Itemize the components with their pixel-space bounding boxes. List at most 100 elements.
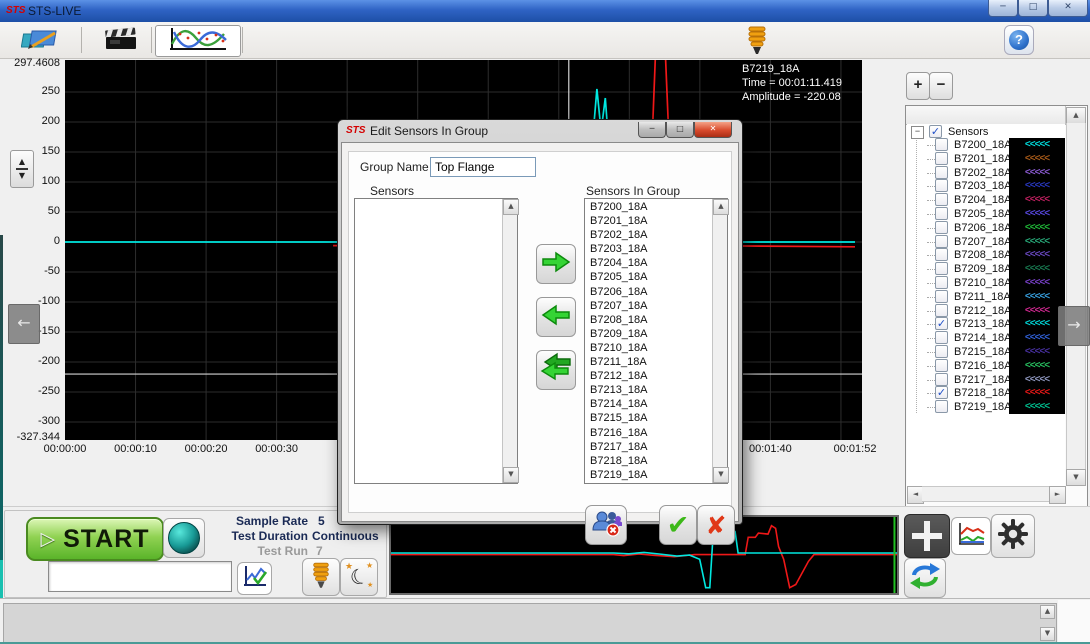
sensors-in-group-listbox[interactable]: B7200_18AB7201_18AB7202_18AB7203_18AB720… <box>584 198 728 484</box>
tree-row[interactable]: B7201_18A<<<<< <box>907 152 1065 166</box>
page-back-button[interactable]: ← <box>8 304 40 344</box>
y-scale-spinner[interactable]: ▲ ▼ <box>10 150 34 188</box>
tree-scroll-up-icon[interactable]: ▲ <box>1066 107 1086 124</box>
status-log-box[interactable]: ▲ ▼ <box>3 603 1057 643</box>
spinner-down-icon[interactable]: ▼ <box>19 172 25 180</box>
tree-scroll-down-icon[interactable]: ▼ <box>1066 469 1086 486</box>
night-mode-button[interactable]: ☾ ★ ★ ★ <box>340 558 378 596</box>
sensor-checkbox[interactable] <box>935 290 948 303</box>
sensor-checkbox[interactable] <box>935 345 948 358</box>
tree-row[interactable]: B7200_18A<<<<< <box>907 138 1065 152</box>
root-checkbox[interactable]: ✓ <box>929 125 942 138</box>
sensor-checkbox[interactable] <box>935 304 948 317</box>
close-button[interactable]: ✕ <box>1048 0 1088 17</box>
tab-test-config[interactable] <box>86 25 156 57</box>
tree-row[interactable]: B7202_18A<<<<< <box>907 166 1065 180</box>
in-group-item[interactable]: B7217_18A <box>585 440 711 454</box>
tab-charts[interactable] <box>155 25 241 57</box>
remove-all-button[interactable] <box>536 350 576 390</box>
sensor-checkbox[interactable] <box>935 179 948 192</box>
sensor-checkbox[interactable] <box>935 207 948 220</box>
group-name-input[interactable] <box>430 157 536 177</box>
sensor-label[interactable]: B7217_18A <box>954 373 1012 387</box>
sensor-checkbox[interactable] <box>935 193 948 206</box>
sensor-checkbox[interactable]: ✓ <box>935 386 948 399</box>
zoom-in-button[interactable]: + <box>906 72 930 100</box>
in-group-item[interactable]: B7218_18A <box>585 454 711 468</box>
in-group-item[interactable]: B7203_18A <box>585 242 711 256</box>
log-scroll-up-icon[interactable]: ▲ <box>1040 605 1055 619</box>
in-group-item[interactable]: B7211_18A <box>585 355 711 369</box>
sensor-checkbox[interactable] <box>935 248 948 261</box>
scroll-down-icon[interactable]: ▼ <box>503 467 519 483</box>
tree-row[interactable]: B7217_18A<<<<< <box>907 373 1065 387</box>
dialog-close-button[interactable]: ✕ <box>694 122 732 138</box>
sensor-label[interactable]: B7203_18A <box>954 179 1012 193</box>
sensor-label[interactable]: B7211_18A <box>954 290 1011 304</box>
sensor-checkbox[interactable] <box>935 400 948 413</box>
in-group-item[interactable]: B7206_18A <box>585 285 711 299</box>
sensor-label[interactable]: B7201_18A <box>954 152 1012 166</box>
tree-row[interactable]: B7215_18A<<<<< <box>907 345 1065 359</box>
sensor-checkbox[interactable] <box>935 276 948 289</box>
sensor-checkbox[interactable] <box>935 373 948 386</box>
minimize-button[interactable]: ─ <box>988 0 1018 17</box>
settings-button[interactable] <box>991 514 1035 558</box>
sensor-label[interactable]: B7214_18A <box>954 331 1012 345</box>
refresh-button[interactable] <box>904 558 946 598</box>
in-group-item[interactable]: B7219_18A <box>585 468 711 482</box>
sensor-label[interactable]: B7202_18A <box>954 166 1012 180</box>
sensor-checkbox[interactable] <box>935 152 948 165</box>
sensor-label[interactable]: B7212_18A <box>954 304 1012 318</box>
tree-row[interactable]: B7211_18A<<<<< <box>907 290 1065 304</box>
tree-row[interactable]: ✓B7218_18A<<<<< <box>907 386 1065 400</box>
scroll-down-icon[interactable]: ▼ <box>713 467 729 483</box>
tree-row[interactable]: B7219_18A<<<<< <box>907 400 1065 414</box>
tree-root-row[interactable]: − ✓ Sensors <box>907 125 1065 139</box>
tree-row[interactable]: B7209_18A<<<<< <box>907 262 1065 276</box>
in-group-item[interactable]: B7215_18A <box>585 411 711 425</box>
cursor-crosshair-button[interactable] <box>904 514 950 558</box>
delete-group-button[interactable] <box>585 505 627 545</box>
tree-row[interactable]: B7204_18A<<<<< <box>907 193 1065 207</box>
available-sensors-listbox[interactable]: ▲ ▼ <box>354 198 518 484</box>
cancel-button[interactable]: ✘ <box>697 505 735 545</box>
sensor-checkbox[interactable] <box>935 262 948 275</box>
scroll-up-icon[interactable]: ▲ <box>713 199 729 215</box>
run-indicator-button[interactable] <box>163 518 205 558</box>
remove-from-group-button[interactable] <box>536 297 576 337</box>
in-group-item[interactable]: B7204_18A <box>585 256 711 270</box>
in-group-item[interactable]: B7205_18A <box>585 270 711 284</box>
in-group-item[interactable]: B7213_18A <box>585 383 711 397</box>
in-group-item[interactable]: B7200_18A <box>585 200 711 214</box>
notes-input[interactable] <box>48 561 232 592</box>
in-group-item[interactable]: B7212_18A <box>585 369 711 383</box>
tree-row[interactable]: B7203_18A<<<<< <box>907 179 1065 193</box>
tree-row[interactable]: B7210_18A<<<<< <box>907 276 1065 290</box>
chart-report-button[interactable] <box>237 562 272 595</box>
sensor-label[interactable]: B7210_18A <box>954 276 1012 290</box>
in-group-item[interactable]: B7214_18A <box>585 397 711 411</box>
tree-row[interactable]: ✓B7213_18A<<<<< <box>907 317 1065 331</box>
sensor-label[interactable]: B7200_18A <box>954 138 1012 152</box>
tree-scroll-right-icon[interactable]: ► <box>1049 486 1066 504</box>
log-scroll-down-icon[interactable]: ▼ <box>1040 627 1055 641</box>
in-group-item[interactable]: B7209_18A <box>585 327 711 341</box>
ok-button[interactable]: ✔ <box>659 505 697 545</box>
available-scrollbar[interactable]: ▲ ▼ <box>502 199 517 483</box>
tree-row[interactable]: B7206_18A<<<<< <box>907 221 1065 235</box>
sensor-checkbox[interactable] <box>935 138 948 151</box>
tree-row[interactable]: B7214_18A<<<<< <box>907 331 1065 345</box>
sensor-label[interactable]: B7216_18A <box>954 359 1012 373</box>
tree-row[interactable]: B7205_18A<<<<< <box>907 207 1065 221</box>
spinner-up-icon[interactable]: ▲ <box>19 158 25 166</box>
tree-horizontal-scrollbar[interactable] <box>922 486 1049 502</box>
sensor-label[interactable]: B7209_18A <box>954 262 1012 276</box>
tree-row[interactable]: B7207_18A<<<<< <box>907 235 1065 249</box>
sensor-checkbox[interactable]: ✓ <box>935 317 948 330</box>
sensor-checkbox[interactable] <box>935 166 948 179</box>
sensor-label[interactable]: B7208_18A <box>954 248 1012 262</box>
page-forward-button[interactable]: → <box>1058 306 1090 346</box>
help-button[interactable]: ? <box>1004 25 1034 55</box>
zoom-out-button[interactable]: − <box>929 72 953 100</box>
